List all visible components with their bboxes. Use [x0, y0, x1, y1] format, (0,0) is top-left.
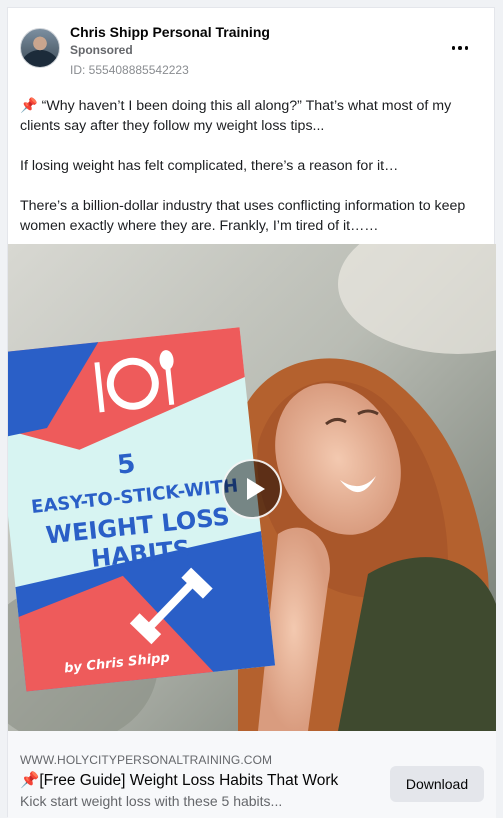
- play-icon[interactable]: [222, 459, 282, 519]
- video-media[interactable]: 5 EASY-TO-STICK-WITH WEIGHT LOSS HABITS …: [8, 244, 496, 731]
- sponsored-label: Sponsored: [70, 43, 133, 57]
- post-paragraph: There’s a billion-dollar industry that u…: [20, 198, 466, 234]
- link-title[interactable]: 📌[Free Guide] Weight Loss Habits That Wo…: [20, 771, 338, 790]
- link-description: Kick start weight loss with these 5 habi…: [20, 793, 283, 809]
- avatar[interactable]: [20, 28, 60, 68]
- link-domain: WWW.HOLYCITYPERSONALTRAINING.COM: [20, 753, 273, 767]
- pin-icon: 📌: [20, 98, 38, 114]
- ebook-title-number: 5: [116, 449, 137, 481]
- download-button[interactable]: Download: [390, 766, 484, 802]
- ad-post-card: Chris Shipp Personal Training Sponsored …: [7, 7, 496, 818]
- pin-icon: 📌: [20, 772, 40, 789]
- post-header: Chris Shipp Personal Training Sponsored …: [20, 22, 482, 82]
- post-paragraph: If losing weight has felt complicated, t…: [20, 158, 399, 174]
- page-name[interactable]: Chris Shipp Personal Training: [70, 24, 270, 40]
- ad-id: ID: 555408885542223: [70, 63, 189, 77]
- post-paragraph: 📌 “Why haven’t I been doing this all alo…: [20, 98, 452, 134]
- link-preview[interactable]: WWW.HOLYCITYPERSONALTRAINING.COM 📌[Free …: [8, 731, 496, 818]
- post-body: 📌 “Why haven’t I been doing this all alo…: [20, 96, 482, 256]
- more-options-icon[interactable]: [448, 36, 472, 60]
